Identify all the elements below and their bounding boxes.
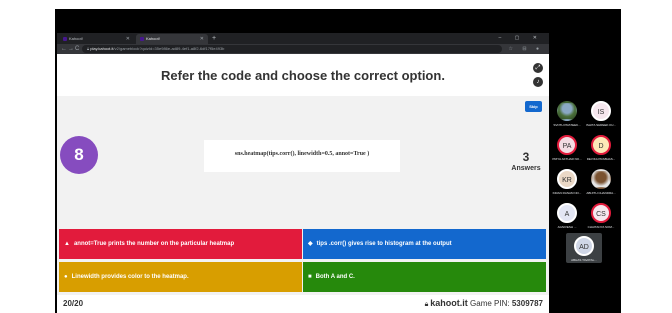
sound-icon[interactable]: ♪ [533,77,543,87]
diamond-icon: ◆ [308,241,313,247]
participant-panel: SVNTH PRATEEK... IS ISHITA SHREEK KU... … [549,33,619,313]
pin-label: Game PIN: [470,299,510,308]
question-media: sns.heatmap(tips.corr(), linewidth=0.5, … [204,140,400,172]
tab-title: Kahoot! [146,36,160,41]
tab-strip: Kahoot! ✕ Kahoot! ✕ + – ▢ ✕ [57,33,549,44]
tab-kahoot-2[interactable]: Kahoot! ✕ [136,34,208,44]
answer-option-diamond[interactable]: ◆ tips .corr() gives rise to histogram at… [303,229,546,259]
code-snippet: sns.heatmap(tips.corr(), linewidth=0.5, … [234,151,370,157]
answers-count: 3 [522,150,530,164]
avatar: IS [591,101,611,121]
address-bar: ← → C 🔒︎ play.kahoot.it/v2/gameblock?qui… [57,44,549,54]
participant-name: KIRAN RANAM NO... [552,191,582,195]
game-footer: 20/20 🔒︎ kahoot.it Game PIN: 5309787 [57,295,549,313]
reload-icon[interactable]: C [75,44,79,54]
participant-name: DEVIKA PRABHAS... [586,157,616,161]
participant-name: SVNTH PRATEEK... [553,123,581,127]
participant-tile-active[interactable]: AD ABHAS TAVATAL... [566,233,602,263]
answer-option-triangle[interactable]: ▲ annot=True prints the number on the par… [59,229,302,259]
avatar: PA [557,135,577,155]
question-title: Refer the code and choose the correct op… [161,68,445,83]
answer-option-square[interactable]: ■ Both A and C. [303,262,546,292]
participant-name: PRIYA AKTHAR NO... [552,157,582,161]
avatar: D [591,135,611,155]
close-tab-icon[interactable]: ✕ [126,34,130,44]
answer-text: annot=True prints the number on the part… [73,241,235,247]
participant-tile[interactable]: A AGNIVESH ... [549,203,585,229]
lock-icon: 🔒︎ [424,301,429,308]
question-progress: 20/20 [63,299,84,308]
avatar [591,169,611,189]
countdown-timer: 8 [60,136,98,174]
browser-window: Kahoot! ✕ Kahoot! ✕ + – ▢ ✕ ← → C 🔒︎ pla… [57,33,549,313]
avatar: KR [557,169,577,189]
kahoot-url: kahoot.it [430,298,468,308]
screen: Kahoot! ✕ Kahoot! ✕ + – ▢ ✕ ← → C 🔒︎ pla… [0,0,672,313]
avatar: CS [591,203,611,223]
participant-tile[interactable]: IS ISHITA SHREEK KU... [583,101,619,127]
new-tab-button[interactable]: + [212,33,216,44]
participant-name: ABIJITH CHANDRA... [586,191,616,195]
question-header: Refer the code and choose the correct op… [57,54,549,96]
window-controls[interactable]: – ▢ ✕ [499,33,543,44]
game-pin-info: 🔒︎ kahoot.it Game PIN: 5309787 [425,298,543,309]
participant-tile[interactable]: SVNTH PRATEEK... [549,101,585,127]
participant-tile[interactable]: ABIJITH CHANDRA... [583,169,619,195]
participant-name: CHAITANYA SOM... [587,225,615,229]
triangle-icon: ▲ [64,241,70,247]
tab-kahoot-1[interactable]: Kahoot! ✕ [59,34,134,44]
fullscreen-icon[interactable]: ⤢ [533,63,543,73]
avatar [557,101,577,121]
participant-tile[interactable]: KR KIRAN RANAM NO... [549,169,585,195]
answer-text: tips .corr() gives rise to histogram at … [316,241,452,247]
participant-name: ISHITA SHREEK KU... [586,123,616,127]
kahoot-favicon-icon [63,36,67,41]
url-input[interactable]: 🔒︎ play.kahoot.it/v2/gameblock?quizId=35… [82,45,502,53]
close-tab-icon[interactable]: ✕ [200,34,204,44]
url-host: play.kahoot.it [90,46,114,51]
participant-name: AGNIVESH ... [557,225,577,229]
forward-icon[interactable]: → [68,44,74,54]
game-pin: 5309787 [511,299,543,308]
browser-toolbar-icons[interactable]: ☆ ⊟ ● [509,44,543,54]
circle-icon: ● [64,274,68,280]
participant-tile[interactable]: PA PRIYA AKTHAR NO... [549,135,585,161]
answer-text: Linewidth provides color to the heatmap. [71,274,189,280]
url-path: /v2/gameblock?quizId=35e986e-ad89-4ef1-a… [113,46,225,51]
answers-label: Answers [511,165,541,172]
tab-title: Kahoot! [69,36,83,41]
kahoot-page: Refer the code and choose the correct op… [57,54,549,313]
kahoot-favicon-icon [140,36,144,41]
avatar: A [557,203,577,223]
participant-tile[interactable]: CS CHAITANYA SOM... [583,203,619,229]
back-icon[interactable]: ← [61,44,67,54]
answer-text: Both A and C. [315,274,355,280]
square-icon: ■ [308,274,312,280]
participant-tile[interactable]: D DEVIKA PRABHAS... [583,135,619,161]
skip-button[interactable]: Skip [525,101,542,112]
participant-name: ABHAS TAVATAL... [571,258,597,262]
avatar: AD [574,236,594,256]
answer-option-circle[interactable]: ● Linewidth provides color to the heatmap… [59,262,302,292]
